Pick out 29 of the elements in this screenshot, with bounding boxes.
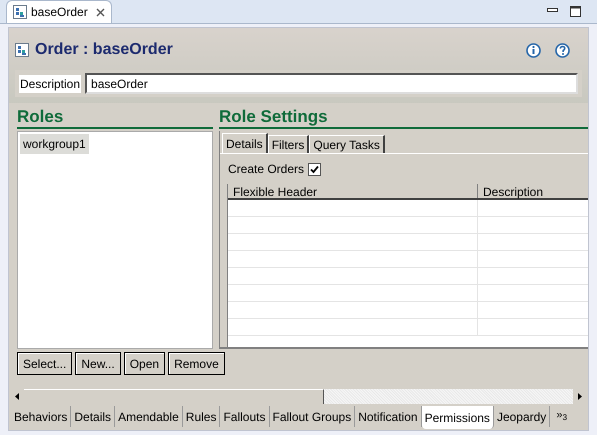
- settings-tab[interactable]: Details: [222, 133, 268, 153]
- more-tabs-button[interactable]: »$_{3}$: [550, 406, 574, 424]
- settings-tab[interactable]: Query Tasks: [309, 135, 385, 153]
- editor-tab[interactable]: baseOrder: [6, 0, 112, 23]
- create-orders-checkbox[interactable]: [308, 162, 322, 176]
- horizontal-scrollbar[interactable]: [11, 389, 586, 404]
- help-icon[interactable]: [555, 42, 570, 58]
- tab-title: baseOrder: [31, 4, 88, 21]
- table-icon: [15, 43, 29, 57]
- column-header[interactable]: Description: [478, 184, 588, 198]
- maximize-icon[interactable]: [570, 6, 581, 17]
- page-tab[interactable]: Amendable: [115, 406, 183, 427]
- description-label: Description: [19, 74, 82, 92]
- role-button[interactable]: Select...: [17, 352, 72, 375]
- settings-tab[interactable]: Filters: [268, 135, 310, 153]
- form-title: Order : baseOrder: [35, 40, 173, 60]
- column-header[interactable]: Flexible Header: [228, 184, 478, 198]
- table-icon: [13, 5, 27, 19]
- roles-heading: Roles: [17, 107, 213, 129]
- role-button[interactable]: Open: [124, 352, 166, 375]
- close-icon[interactable]: [96, 8, 105, 16]
- info-icon[interactable]: [526, 42, 541, 58]
- role-settings-heading: Role Settings: [219, 107, 588, 129]
- role-item[interactable]: workgroup1: [20, 134, 89, 154]
- role-button[interactable]: Remove: [168, 352, 225, 375]
- create-orders-label: Create Orders: [228, 161, 304, 178]
- description-field[interactable]: baseOrder: [85, 73, 578, 94]
- page-tab[interactable]: Permissions: [422, 406, 494, 429]
- role-button[interactable]: New...: [75, 352, 121, 375]
